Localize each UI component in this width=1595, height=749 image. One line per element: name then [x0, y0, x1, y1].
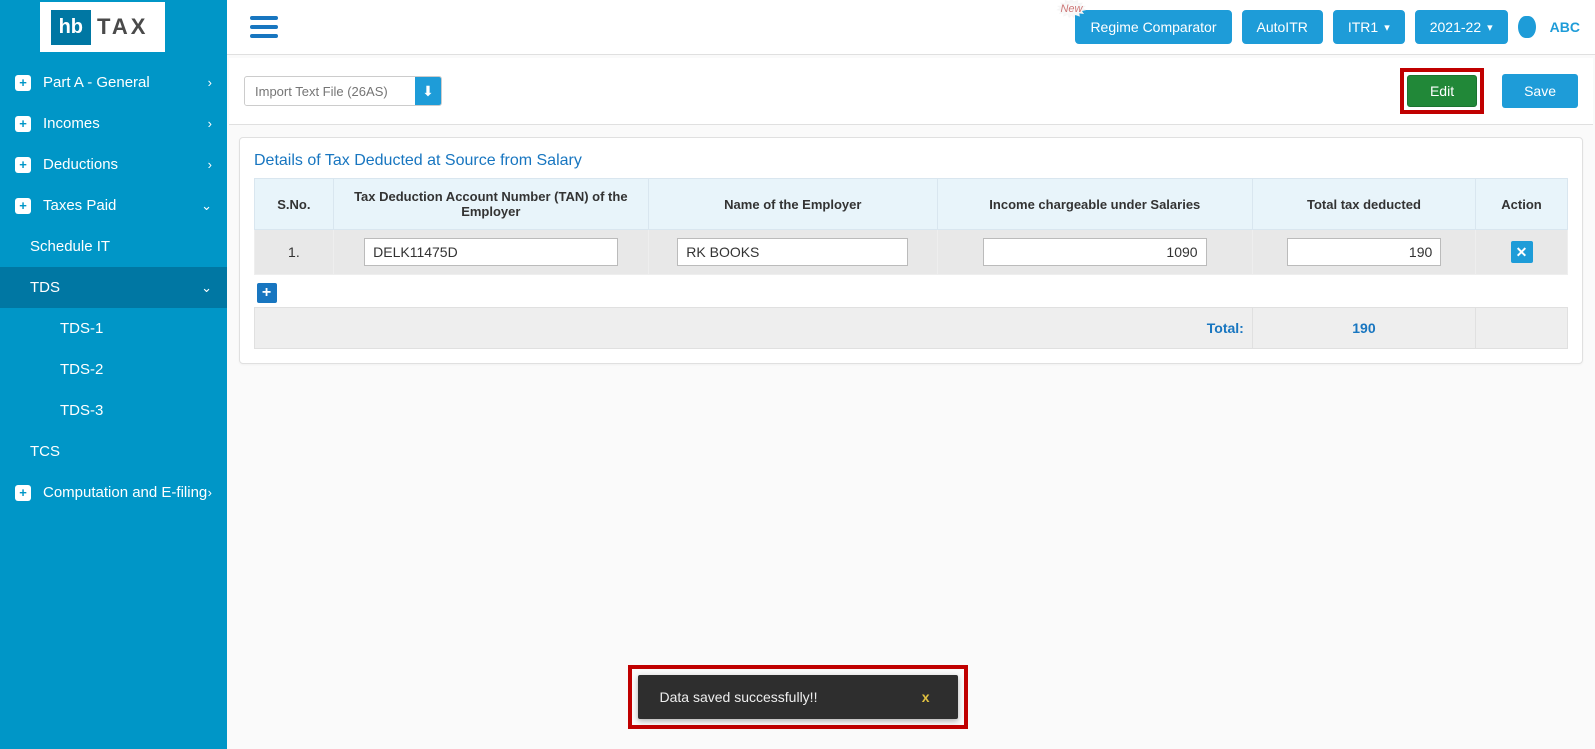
table-row: 1. DELK11475D RK BOOKS 1090 190 ✕ [255, 230, 1568, 275]
import-file-input[interactable] [245, 78, 415, 105]
th-tan: Tax Deduction Account Number (TAN) of th… [333, 179, 648, 230]
chevron-down-icon: ⌄ [201, 280, 212, 296]
logo-tax: TAX [91, 14, 154, 40]
save-button[interactable]: Save [1502, 74, 1578, 108]
nav-tds-3[interactable]: TDS-3 [0, 390, 227, 431]
nav: + Part A - General › + Incomes › + Deduc… [0, 62, 227, 749]
chevron-down-icon: ⌄ [201, 198, 212, 214]
nav-tcs[interactable]: TCS [0, 431, 227, 472]
panel-title: Details of Tax Deducted at Source from S… [254, 152, 1568, 170]
itr-label: ITR1 [1348, 19, 1378, 35]
tan-input[interactable]: DELK11475D [364, 238, 617, 266]
nav-label: Deductions [43, 156, 208, 173]
nav-label: Computation and E-filing [43, 484, 208, 501]
total-label: Total: [255, 308, 1253, 349]
topbar: New Regime Comparator AutoITR ITR1 ▾ 202… [227, 0, 1595, 55]
nav-label: Incomes [43, 115, 208, 132]
import-download-icon[interactable]: ⬇ [415, 77, 441, 105]
chevron-right-icon: › [208, 75, 212, 90]
th-deducted: Total tax deducted [1252, 179, 1475, 230]
avatar-icon[interactable] [1518, 16, 1536, 38]
new-badge: New [1056, 0, 1086, 19]
nav-deductions[interactable]: + Deductions › [0, 144, 227, 185]
itr-dropdown[interactable]: ITR1 ▾ [1333, 10, 1405, 44]
th-action: Action [1476, 179, 1568, 230]
cell-sno: 1. [255, 230, 334, 275]
plus-icon: + [15, 485, 31, 501]
chevron-down-icon: ▾ [1487, 21, 1493, 34]
logo-hb: hb [51, 10, 91, 45]
import-wrap: ⬇ [244, 76, 442, 106]
nav-tds[interactable]: TDS ⌄ [0, 267, 227, 308]
nav-tds-2[interactable]: TDS-2 [0, 349, 227, 390]
main: New Regime Comparator AutoITR ITR1 ▾ 202… [227, 0, 1595, 749]
th-sno: S.No. [255, 179, 334, 230]
plus-icon: + [15, 157, 31, 173]
chevron-down-icon: ▾ [1384, 21, 1390, 34]
nav-schedule-it[interactable]: Schedule IT [0, 226, 227, 267]
nav-label: TCS [30, 443, 212, 460]
employer-input[interactable]: RK BOOKS [677, 238, 908, 266]
toast-highlight-frame: Data saved successfully!! x [628, 665, 968, 729]
nav-taxes-paid[interactable]: + Taxes Paid ⌄ [0, 185, 227, 226]
plus-icon: + [15, 198, 31, 214]
chevron-right-icon: › [208, 157, 212, 172]
delete-row-icon[interactable]: ✕ [1511, 241, 1533, 263]
nav-tds-1[interactable]: TDS-1 [0, 308, 227, 349]
add-row-button[interactable]: + [257, 283, 277, 303]
regime-label: Regime Comparator [1090, 19, 1216, 35]
toast-message: Data saved successfully!! [660, 689, 916, 705]
nav-label: Schedule IT [30, 238, 212, 255]
nav-label: TDS-3 [60, 402, 212, 419]
autoitr-label: AutoITR [1257, 19, 1308, 35]
th-employer: Name of the Employer [648, 179, 937, 230]
toast: Data saved successfully!! x [638, 675, 958, 719]
tds-panel: Details of Tax Deducted at Source from S… [239, 137, 1583, 364]
nav-label: Taxes Paid [43, 197, 201, 214]
toast-close-button[interactable]: x [916, 689, 936, 705]
nav-part-a-general[interactable]: + Part A - General › [0, 62, 227, 103]
total-row: Total: 190 [255, 308, 1568, 349]
regime-comparator-button[interactable]: New Regime Comparator [1075, 10, 1231, 44]
sidebar: hb TAX + Part A - General › + Incomes › … [0, 0, 227, 749]
user-label[interactable]: ABC [1550, 19, 1580, 35]
income-input[interactable]: 1090 [983, 238, 1207, 266]
deducted-input[interactable]: 190 [1287, 238, 1442, 266]
hamburger-icon[interactable] [250, 16, 278, 38]
nav-label: TDS-1 [60, 320, 212, 337]
chevron-right-icon: › [208, 485, 212, 500]
edit-highlight-frame: Edit [1400, 68, 1484, 114]
nav-incomes[interactable]: + Incomes › [0, 103, 227, 144]
total-value: 190 [1252, 308, 1475, 349]
plus-icon: + [15, 116, 31, 132]
logo-box: hb TAX [0, 0, 227, 62]
nav-label: TDS-2 [60, 361, 212, 378]
logo: hb TAX [40, 2, 165, 52]
year-label: 2021-22 [1430, 19, 1481, 35]
year-dropdown[interactable]: 2021-22 ▾ [1415, 10, 1508, 44]
plus-icon: + [15, 75, 31, 91]
chevron-right-icon: › [208, 116, 212, 131]
th-income: Income chargeable under Salaries [937, 179, 1252, 230]
nav-label: TDS [30, 279, 201, 296]
nav-computation-efiling[interactable]: + Computation and E-filing › [0, 472, 227, 513]
tds-table: S.No. Tax Deduction Account Number (TAN)… [254, 178, 1568, 349]
edit-button[interactable]: Edit [1407, 75, 1477, 107]
nav-label: Part A - General [43, 74, 208, 91]
actionbar: ⬇ Edit Save [229, 58, 1593, 125]
autoitr-button[interactable]: AutoITR [1242, 10, 1323, 44]
